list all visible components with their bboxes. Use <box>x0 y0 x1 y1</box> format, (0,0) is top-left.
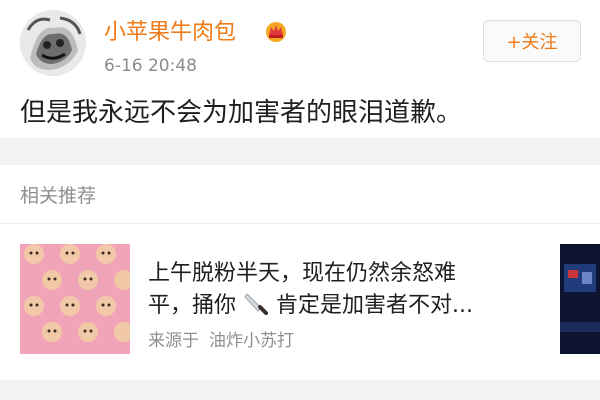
recommendation-card[interactable]: 上午脱粉半天，现在仍然余怒难 平，捅你 肯定是加害者不对... 来源于 油炸小苏打 <box>0 224 600 380</box>
follow-button[interactable]: +关注 <box>483 20 581 62</box>
recommendation-title-line-1[interactable]: 上午脱粉半天，现在仍然余怒难 <box>148 255 456 287</box>
recommendation-thumbnail[interactable] <box>20 244 130 354</box>
title-text-after: 肯定是加害者不对... <box>276 293 473 318</box>
recommendation-source: 来源于 油炸小苏打 <box>148 326 294 351</box>
recommendation-title-line-2[interactable]: 平，捅你 肯定是加害者不对... <box>148 287 473 319</box>
source-name[interactable]: 油炸小苏打 <box>209 331 294 351</box>
knife-emoji-icon <box>244 293 269 315</box>
crown-badge-icon <box>266 22 286 42</box>
username[interactable]: 小苹果牛肉包 <box>104 14 236 46</box>
post-content: 但是我永远不会为加害者的眼泪道歉。 <box>20 98 463 128</box>
title-text-before: 平，捅你 <box>148 293 237 318</box>
avatar[interactable] <box>20 10 86 76</box>
post-timestamp: 6-16 20:48 <box>104 56 197 76</box>
weibo-post: 小苹果牛肉包 6-16 20:48 +关注 但是我永远不会为加害者的眼泪道歉。 <box>0 0 600 138</box>
section-title: 相关推荐 <box>20 185 97 207</box>
next-recommendation-thumbnail[interactable] <box>560 244 600 354</box>
related-recommendations: 相关推荐 上午脱粉半天，现在仍然余怒难 平，捅你 肯定是加害者不对... 来源于… <box>0 165 600 380</box>
source-label: 来源于 <box>148 331 199 351</box>
